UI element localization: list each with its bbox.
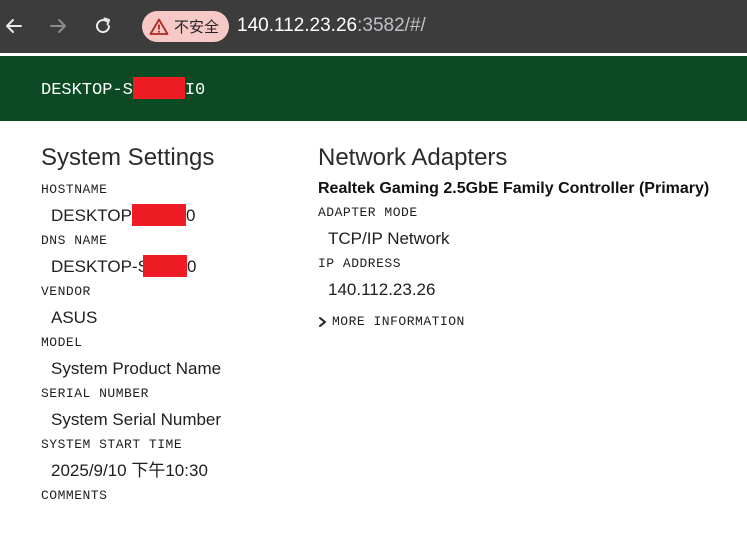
- chevron-right-icon: [318, 316, 328, 328]
- serial-number-value: System Serial Number: [51, 410, 222, 429]
- vendor-value: ASUS: [51, 308, 98, 327]
- adapter-mode-label: ADAPTER MODE: [318, 205, 418, 220]
- security-warning-chip[interactable]: 不安全: [142, 11, 229, 42]
- model-label: MODEL: [41, 335, 83, 350]
- url-path: :3582/#/: [357, 15, 426, 36]
- adapter-mode-value: TCP/IP Network: [328, 229, 450, 248]
- hostname-prefix: DESKTOP: [51, 206, 132, 225]
- back-arrow-icon[interactable]: [1, 13, 27, 39]
- dns-prefix: DESKTOP-S: [51, 257, 149, 276]
- warning-triangle-icon: [149, 17, 169, 37]
- security-label: 不安全: [174, 19, 220, 36]
- more-information-toggle[interactable]: MORE INFORMATION: [318, 314, 738, 329]
- network-adapters-heading: Network Adapters: [318, 144, 508, 171]
- hostname-value: DESKTOP 0: [51, 204, 301, 227]
- model-value: System Product Name: [51, 359, 222, 378]
- network-adapters-section: Network Adapters Realtek Gaming 2.5GbE F…: [318, 140, 738, 329]
- adapter-name: Realtek Gaming 2.5GbE Family Controller …: [318, 180, 710, 197]
- ip-address-label: IP ADDRESS: [318, 256, 402, 271]
- device-title-prefix: DESKTOP-S: [41, 80, 133, 100]
- reload-icon[interactable]: [90, 13, 116, 39]
- forward-arrow-icon[interactable]: [45, 13, 71, 39]
- redaction-box: [132, 77, 185, 99]
- serial-number-label: SERIAL NUMBER: [41, 386, 149, 401]
- dns-name-label: DNS NAME: [41, 233, 108, 248]
- more-information-label: MORE INFORMATION: [332, 314, 465, 329]
- dns-suffix: 0: [186, 257, 197, 276]
- redaction-box: [142, 255, 187, 278]
- hostname-suffix: 0: [185, 206, 196, 225]
- device-title: DESKTOP-S I0: [41, 77, 206, 101]
- dns-name-value: DESKTOP-S 0: [51, 255, 301, 278]
- system-start-time-label: SYSTEM START TIME: [41, 437, 183, 452]
- comments-label: COMMENTS: [41, 488, 108, 503]
- browser-toolbar: 不安全 140.112.23.26:3582/#/: [0, 0, 747, 53]
- system-settings-section: System Settings HOSTNAME DESKTOP 0 DNS NA…: [41, 140, 301, 503]
- address-bar[interactable]: 140.112.23.26:3582/#/: [237, 14, 426, 38]
- system-start-time-value: 2025/9/10 下午10:30: [51, 461, 208, 480]
- redaction-box: [131, 204, 186, 227]
- device-title-suffix: I0: [184, 80, 206, 100]
- vendor-label: VENDOR: [41, 284, 91, 299]
- url-host: 140.112.23.26: [237, 15, 358, 36]
- hostname-label: HOSTNAME: [41, 182, 108, 197]
- system-settings-heading: System Settings: [41, 144, 215, 171]
- ip-address-value: 140.112.23.26: [328, 280, 436, 299]
